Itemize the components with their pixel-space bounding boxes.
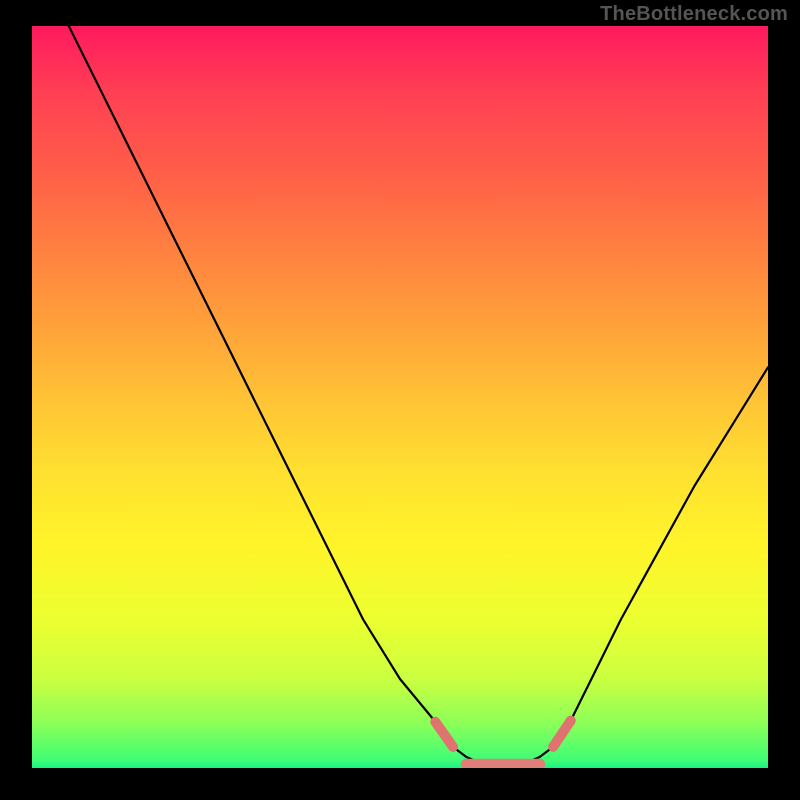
marker-right-tick bbox=[553, 721, 571, 747]
chart-svg bbox=[32, 26, 768, 768]
watermark-text: TheBottleneck.com bbox=[600, 3, 788, 26]
marker-left-tick bbox=[435, 722, 453, 747]
bottleneck-curve-line bbox=[32, 26, 768, 767]
chart-plot-area bbox=[32, 26, 768, 768]
